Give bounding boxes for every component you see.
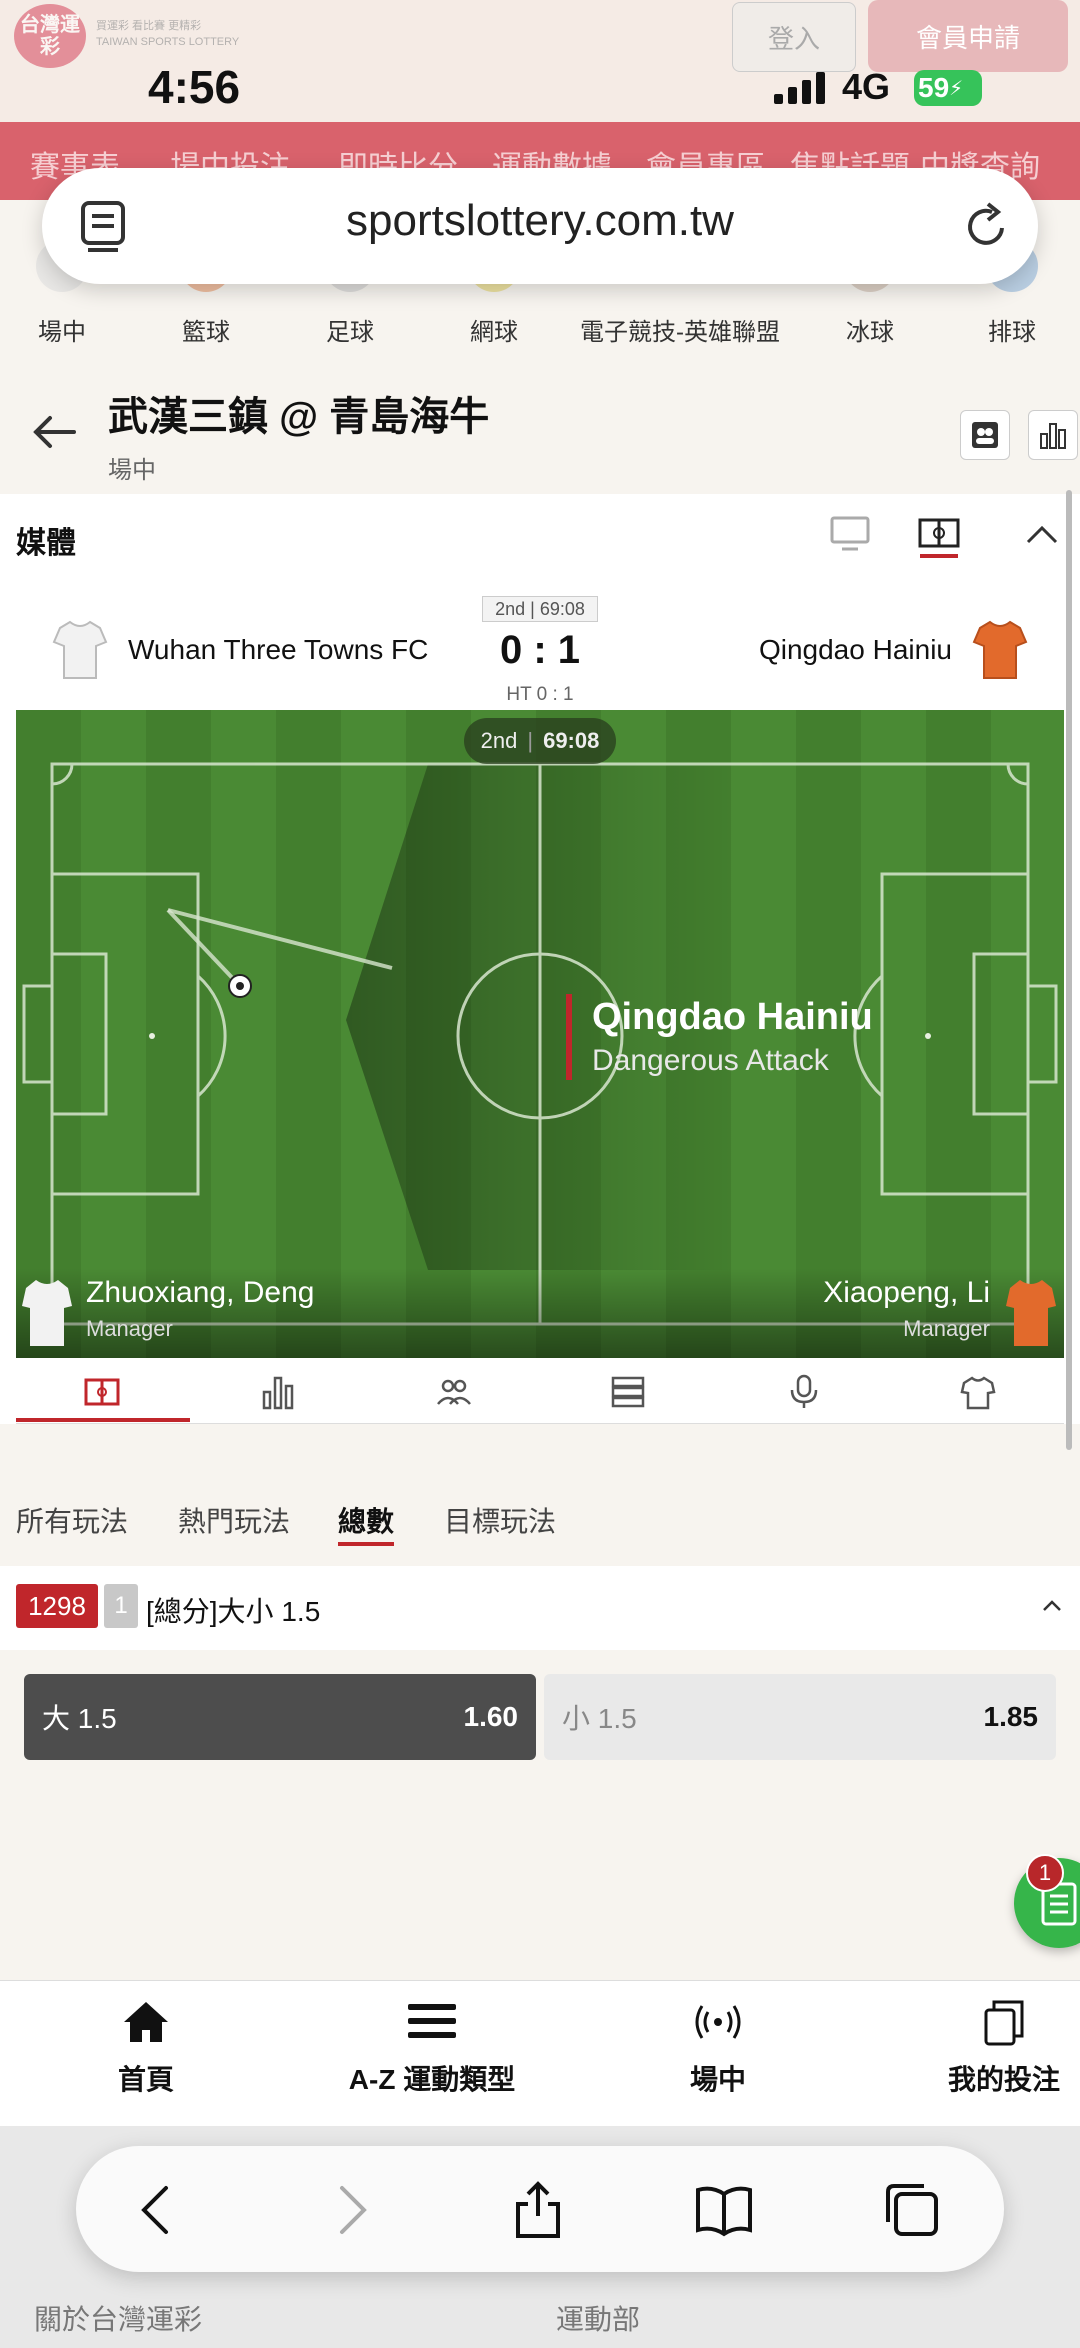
video-monitor-icon[interactable] [830,516,870,552]
jersey-tab-icon[interactable] [960,1374,996,1410]
tracker-tabs [16,1360,1064,1424]
pitch-time-chip: 2nd | 69:08 [464,718,616,764]
sport-tab-esports[interactable]: 電子競技-英雄聯盟 [580,312,780,347]
reload-icon[interactable] [962,198,1012,252]
footer-ministry-link[interactable]: 運動部 [556,2298,640,2338]
lineup-button[interactable] [960,410,1010,460]
sport-tab-volleyball[interactable]: 排球 [988,312,1036,347]
sport-tab-ice-hockey[interactable]: 冰球 [846,312,894,347]
live-broadcast-icon[interactable] [692,1996,744,2048]
active-tab-indicator [16,1418,190,1422]
under-odds: 1.85 [983,1701,1039,1732]
home-manager-role: Manager [86,1316,173,1341]
nav-my-bets[interactable]: 我的投注 [948,2058,1060,2098]
under-odds-button[interactable]: 小 1.5 1.85 [544,1674,1056,1760]
pitch-tab-icon[interactable] [84,1374,120,1410]
match-subtitle: 場中 [108,457,156,484]
browser-forward-icon[interactable] [320,2180,380,2240]
sport-tab-basketball[interactable]: 籃球 [182,312,230,347]
event-marker [566,994,572,1080]
betslip-count-badge: 1 [1026,1854,1064,1892]
collapse-chevron-icon[interactable] [1024,522,1060,546]
over-label: 大 1.5 [42,1703,117,1734]
home-jersey-icon [52,620,108,679]
network-type: 4G [842,66,891,107]
site-logo[interactable]: 台灣運彩 [14,4,86,68]
url-text[interactable]: sportslottery.com.tw [0,196,1080,246]
market-id-badge: 1298 [16,1584,98,1628]
away-manager-role: Manager [903,1316,990,1341]
stats-button[interactable] [1028,410,1078,460]
market-collapse-icon[interactable] [1042,1598,1062,1612]
away-manager-jersey-icon [1006,1280,1056,1346]
scrollbar[interactable] [1066,490,1072,1450]
market-tab-all[interactable]: 所有玩法 [16,1500,128,1540]
logo-tagline: 買運彩 看比賽 更精彩 TAIWAN SPORTS LOTTERY [96,18,239,50]
lineups-tab-icon[interactable] [436,1374,472,1410]
sport-tab-live[interactable]: 場中 [38,312,86,347]
under-label: 小 1.5 [562,1703,637,1734]
back-arrow-icon[interactable] [30,412,78,452]
member-apply-button[interactable]: 會員申請 [868,0,1068,72]
bookmarks-icon[interactable] [694,2180,754,2240]
my-bets-icon[interactable] [978,1996,1030,2048]
market-number-badge: 1 [104,1584,138,1628]
pitch-time: 69:08 [543,728,600,753]
home-team-name: Wuhan Three Towns FC [128,634,429,665]
status-time: 4:56 [148,61,241,113]
browser-back-icon[interactable] [128,2180,188,2240]
standings-tab-icon[interactable] [610,1374,646,1410]
home-icon[interactable] [120,1996,172,2048]
people-icon [972,422,998,448]
signal-icon [774,72,825,104]
away-manager-name: Xiaopeng, Li [823,1276,990,1309]
footer-about-link[interactable]: 關於台灣運彩 [34,2298,202,2338]
nav-live[interactable]: 場中 [690,2058,746,2098]
sport-tab-tennis[interactable]: 網球 [470,312,518,347]
bar-chart-icon [1040,423,1066,449]
away-team-name: Qingdao Hainiu [758,634,952,665]
stats-tab-icon[interactable] [260,1374,296,1410]
logo-tagline-line1: 買運彩 看比賽 更精彩 [96,20,202,32]
match-title: 武漢三鎮 @ 青島海牛 [108,395,490,439]
media-label: 媒體 [16,527,76,560]
pitch-tracker [16,710,1064,1358]
over-odds-button[interactable]: 大 1.5 1.60 [24,1674,536,1760]
battery-level: 59 [918,72,950,103]
tabs-icon[interactable] [882,2180,942,2240]
market-tab-indicator [338,1542,394,1546]
over-odds: 1.60 [463,1701,519,1732]
market-tab-totals[interactable]: 總數 [338,1500,394,1540]
battery-indicator: 59 ⚡ [914,70,982,106]
nav-az-sports[interactable]: A-Z 運動類型 [349,2058,515,2098]
market-tab-goals[interactable]: 目標玩法 [444,1500,556,1540]
away-jersey-icon [972,620,1028,679]
sport-tab-soccer[interactable]: 足球 [326,312,374,347]
market-title: [總分]大小 1.5 [146,1596,321,1627]
pitch-period: 2nd [480,728,518,753]
commentary-mic-icon[interactable] [786,1374,822,1410]
event-team: Qingdao Hainiu [592,996,873,1038]
share-icon[interactable] [508,2180,568,2240]
event-description: Dangerous Attack [592,1044,829,1077]
nav-home[interactable]: 首頁 [118,2058,174,2098]
pitch-tracker-icon[interactable] [918,516,960,558]
match-score: 0 : 1 [499,628,581,672]
market-tab-popular[interactable]: 熱門玩法 [178,1500,290,1540]
logo-tagline-line2: TAIWAN SPORTS LOTTERY [96,36,240,48]
login-button[interactable]: 登入 [732,2,856,72]
home-manager-jersey-icon [22,1280,72,1346]
period-chip: 2nd | 69:08 [482,596,598,622]
halftime-score: HT 0 : 1 [506,684,574,705]
menu-icon[interactable] [406,1996,458,2048]
home-manager-name: Zhuoxiang, Deng [86,1276,315,1309]
